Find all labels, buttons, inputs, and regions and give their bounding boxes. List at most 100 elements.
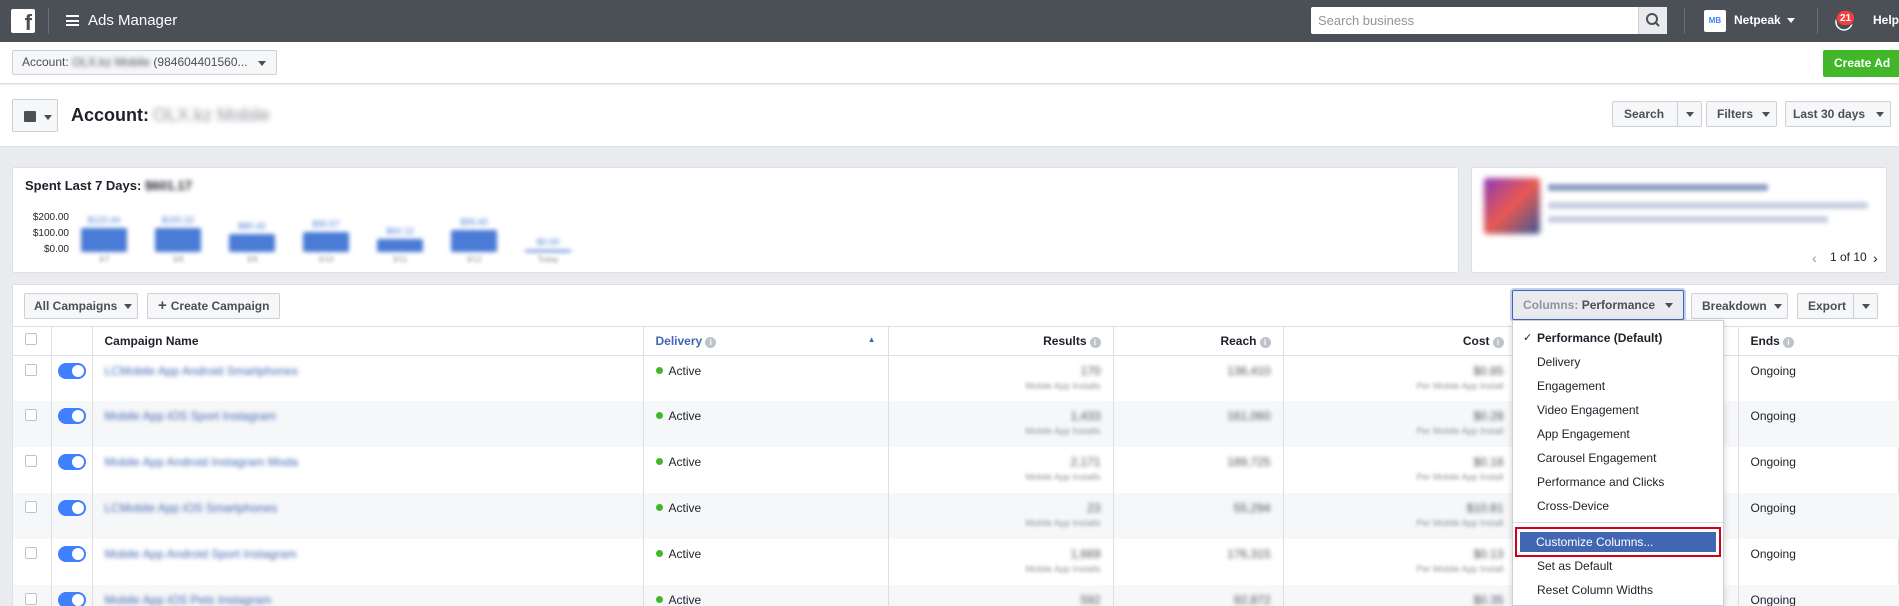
spend-bar[interactable] [303,232,349,252]
row-checkbox[interactable] [25,547,37,559]
results-type: Mobile App Installs [1025,518,1101,528]
results-value: 1,669 [1070,547,1101,561]
cost-type: Per Mobile App Install [1416,426,1504,436]
campaign-name-link[interactable]: LCMobile App Android Smartphones [105,364,298,378]
spend-bar[interactable] [229,234,275,252]
campaign-on-off-toggle[interactable] [57,408,86,424]
hamburger-menu-icon[interactable] [66,15,79,26]
campaign-on-off-toggle[interactable] [57,592,86,606]
promo-image [1484,178,1540,234]
status-dot-icon [655,550,663,557]
chevron-right-icon[interactable]: › [1873,251,1878,265]
search-button[interactable]: Search [1612,101,1678,127]
ends-value: Ongoing [1750,593,1796,606]
cost-type: Per Mobile App Install [1416,380,1504,391]
account-selector[interactable]: Account: OLX.kz Mobile (984604401560... [12,50,277,75]
facebook-logo-icon[interactable]: f [11,9,35,33]
document-icon [24,111,36,122]
info-icon[interactable]: i [1089,336,1101,348]
spend-bar-day: 3/10 [318,255,334,264]
export-button[interactable]: Export [1797,293,1854,319]
row-checkbox[interactable] [25,409,37,421]
menu-item-carousel-engagement[interactable]: Carousel Engagement [1537,451,1656,465]
spend-bar[interactable] [525,250,571,252]
campaign-name-link[interactable]: Mobile App Android Sport Instagram [105,547,297,561]
chevron-down-icon[interactable] [1787,18,1795,23]
search-icon [1646,13,1660,27]
menu-item-performance-and-clicks[interactable]: Performance and Clicks [1537,475,1664,489]
y-axis-label: $100.00 [32,228,69,239]
spend-bar[interactable] [81,228,127,252]
info-icon[interactable]: i [1782,336,1794,348]
chevron-left-icon[interactable]: ‹ [1812,251,1817,265]
column-header-ends[interactable]: Ends i [1738,327,1899,356]
campaign-name-link[interactable]: Mobile App Android Instagram Moda [105,455,298,469]
info-icon[interactable]: i [1259,336,1271,348]
menu-item-delivery[interactable]: Delivery [1537,355,1580,369]
results-header-label: Results [1043,333,1087,348]
search-button[interactable] [1638,7,1667,34]
create-ad-button[interactable]: Create Ad [1823,50,1899,77]
promo-body-line [1548,202,1868,209]
row-checkbox[interactable] [25,501,37,513]
menu-item-engagement[interactable]: Engagement [1537,379,1605,393]
select-all-checkbox[interactable] [25,333,37,346]
campaign-on-off-toggle[interactable] [57,500,86,516]
spend-bar[interactable] [377,239,423,252]
export-options-button[interactable] [1853,293,1878,319]
view-switcher-button[interactable] [12,99,58,132]
help-link[interactable]: Help [1873,13,1899,27]
campaign-name-link[interactable]: Mobile App iOS Sport Instagram [105,409,276,423]
menu-item-cross-device[interactable]: Cross-Device [1537,499,1609,513]
spend-bar[interactable] [451,230,497,252]
search-business-input[interactable] [1311,7,1637,34]
column-header-reach[interactable]: Reach i [1113,327,1284,356]
reach-header-label: Reach [1220,333,1257,348]
column-header-delivery[interactable]: Delivery i ▲ [643,327,889,356]
spend-bar[interactable] [155,228,201,252]
reach-value: 55,294 [1233,501,1271,515]
ends-value: Ongoing [1750,547,1796,561]
search-options-button[interactable] [1677,101,1702,127]
column-header-cost[interactable]: Cost i [1283,327,1517,356]
campaign-on-off-toggle[interactable] [57,362,86,379]
avatar[interactable]: MB [1704,10,1726,32]
results-value: 1,433 [1070,409,1101,423]
column-header-campaign-name[interactable]: Campaign Name [92,327,644,356]
reach-cell: 176,315 [1113,539,1284,585]
breakdown-button[interactable]: Breakdown [1691,293,1788,319]
column-header-results[interactable]: Results i [888,327,1114,356]
columns-dropdown-button[interactable]: Columns: Performance [1512,290,1684,320]
sort-ascending-icon[interactable]: ▲ [868,335,876,344]
menu-item-app-engagement[interactable]: App Engagement [1537,427,1630,441]
info-icon[interactable]: i [705,336,717,348]
info-icon[interactable]: i [1492,336,1504,348]
campaign-name-link[interactable]: LCMobile App iOS Smartphones [105,501,278,515]
date-range-picker[interactable]: Last 30 days [1785,101,1891,127]
cost-value: $0.28 [1473,409,1504,423]
menu-item-set-as-default[interactable]: Set as Default [1537,559,1612,573]
row-checkbox[interactable] [25,455,37,467]
columns-value: Performance [1581,298,1656,312]
campaign-on-off-toggle[interactable] [57,546,86,562]
menu-item-performance-default[interactable]: Performance (Default) [1537,331,1662,345]
row-select-cell [13,585,52,606]
menu-item-video-engagement[interactable]: Video Engagement [1537,403,1639,417]
menu-item-reset-column-widths[interactable]: Reset Column Widths [1537,583,1653,597]
user-name[interactable]: Netpeak [1734,13,1781,27]
all-campaigns-button[interactable]: All Campaigns [24,293,138,319]
row-checkbox[interactable] [25,363,37,376]
promo-title[interactable] [1548,184,1768,191]
select-all-header[interactable] [13,327,52,356]
campaign-on-off-toggle[interactable] [57,454,86,470]
menu-item-customize-columns[interactable]: Customize Columns... [1515,527,1721,557]
filters-button[interactable]: Filters [1706,101,1777,127]
row-checkbox[interactable] [25,593,37,605]
app-title[interactable]: Ads Manager [88,12,177,29]
status-dot-icon [655,366,663,374]
promo-card [1471,167,1887,273]
page-title-label: Account: [71,105,149,125]
create-campaign-button[interactable]: + Create Campaign [147,293,280,319]
results-value: 23 [1087,501,1101,515]
campaign-name-link[interactable]: Mobile App iOS Pets Instagram [105,593,272,606]
